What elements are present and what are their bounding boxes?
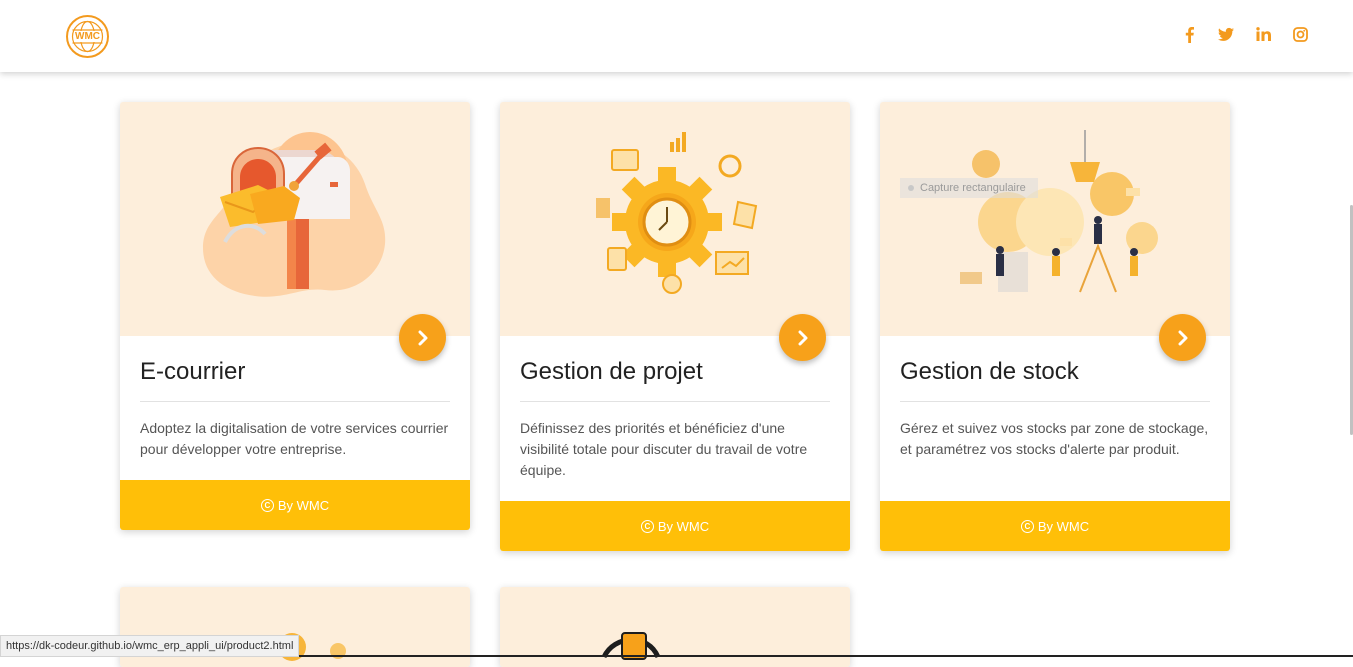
card-footer: C By WMC xyxy=(880,501,1230,551)
card-description: Adoptez la digitalisation de votre servi… xyxy=(140,420,449,457)
divider xyxy=(520,401,830,402)
footer-label: By WMC xyxy=(1037,518,1090,534)
card-title: Gestion de projet xyxy=(520,358,703,385)
product-card-ecourrier: E-courrier Adoptez la digitalisation de … xyxy=(120,102,470,530)
divider xyxy=(900,401,1210,402)
copyright-icon: C xyxy=(260,498,274,512)
product-card-gestion-projet: Gestion de projet Définissez des priorit… xyxy=(500,102,850,551)
link-status-bar: https://dk-codeur.github.io/wmc_erp_appl… xyxy=(0,635,300,657)
copyright-icon: C xyxy=(640,519,654,533)
chevron-right-icon xyxy=(798,330,807,345)
footer-label: By WMC xyxy=(277,497,330,513)
chevron-right-icon xyxy=(418,330,427,345)
facebook-icon[interactable] xyxy=(1181,24,1197,44)
top-navbar: WMC xyxy=(0,0,1353,72)
card-description: Gérez et suivez vos stocks par zone de s… xyxy=(900,420,1209,457)
card-footer: C By WMC xyxy=(500,501,850,551)
open-ecourrier-button[interactable] xyxy=(399,314,446,361)
mailbox-illustration xyxy=(120,102,470,336)
team-gears-illustration: Capture rectangulaire xyxy=(880,102,1230,336)
logo-text: WMC xyxy=(74,31,101,42)
card-description: Définissez des priorités et bénéficiez d… xyxy=(520,420,808,478)
card-title: E-courrier xyxy=(140,358,246,385)
twitter-icon[interactable] xyxy=(1218,24,1234,44)
linkedin-icon[interactable] xyxy=(1255,24,1271,44)
card-footer: C By WMC xyxy=(120,480,470,530)
social-links xyxy=(1181,24,1308,44)
open-gestion-stock-button[interactable] xyxy=(1159,314,1206,361)
product-card-gestion-stock: Capture rectangulaire Gestion de stock G… xyxy=(880,102,1230,551)
chevron-right-icon xyxy=(1178,330,1187,345)
divider xyxy=(140,401,450,402)
open-gestion-projet-button[interactable] xyxy=(779,314,826,361)
instagram-icon[interactable] xyxy=(1292,24,1308,44)
wmc-logo[interactable]: WMC xyxy=(66,15,109,58)
copyright-icon: C xyxy=(1020,519,1034,533)
gear-clock-illustration xyxy=(500,102,850,336)
footer-label: By WMC xyxy=(657,518,710,534)
capture-overlay: Capture rectangulaire xyxy=(900,178,1038,198)
card-title: Gestion de stock xyxy=(900,358,1079,385)
